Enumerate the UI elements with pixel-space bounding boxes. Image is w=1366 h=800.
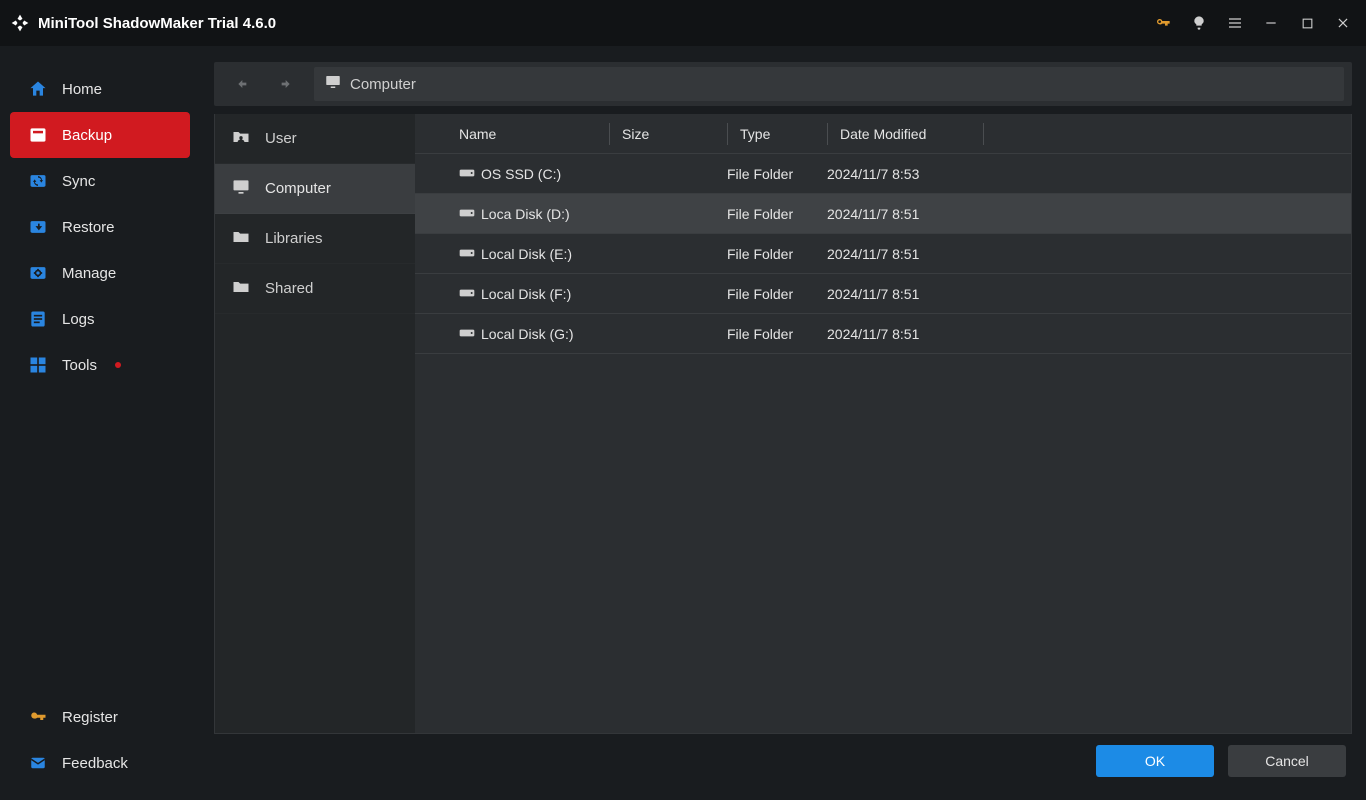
- backup-icon: [28, 125, 48, 145]
- sync-icon: [28, 171, 48, 191]
- close-icon[interactable]: [1328, 8, 1358, 38]
- table-row[interactable]: Local Disk (E:) File Folder 2024/11/7 8:…: [415, 234, 1351, 274]
- row-date: 2024/11/7 8:51: [827, 206, 1351, 222]
- row-name: Local Disk (G:): [481, 326, 574, 342]
- location-tree: User Computer Libraries: [215, 114, 415, 733]
- sidebar-item-sync[interactable]: Sync: [10, 158, 190, 204]
- menu-icon[interactable]: [1220, 8, 1250, 38]
- column-size[interactable]: Size: [609, 123, 727, 145]
- row-date: 2024/11/7 8:51: [827, 246, 1351, 262]
- cancel-button[interactable]: Cancel: [1228, 745, 1346, 777]
- sidebar-item-label: Home: [62, 81, 102, 98]
- row-name: OS SSD (C:): [481, 166, 561, 182]
- drive-icon: [459, 326, 475, 342]
- home-icon: [28, 79, 48, 99]
- tree-item-label: User: [265, 130, 297, 147]
- table-row[interactable]: Local Disk (F:) File Folder 2024/11/7 8:…: [415, 274, 1351, 314]
- row-type: File Folder: [727, 206, 827, 222]
- titlebar: MiniTool ShadowMaker Trial 4.6.0: [0, 0, 1366, 46]
- drive-icon: [459, 206, 475, 222]
- minimize-icon[interactable]: [1256, 8, 1286, 38]
- tree-item-label: Computer: [265, 180, 331, 197]
- row-name: Local Disk (F:): [481, 286, 571, 302]
- sidebar-item-label: Register: [62, 709, 118, 726]
- row-name: Loca Disk (D:): [481, 206, 570, 222]
- sidebar-register[interactable]: Register: [10, 694, 190, 740]
- logs-icon: [28, 309, 48, 329]
- sidebar-item-label: Tools: [62, 357, 97, 374]
- sidebar-item-restore[interactable]: Restore: [10, 204, 190, 250]
- sidebar-item-home[interactable]: Home: [10, 66, 190, 112]
- monitor-icon: [231, 177, 251, 201]
- row-name: Local Disk (E:): [481, 246, 572, 262]
- register-key-icon: [28, 707, 48, 727]
- column-type[interactable]: Type: [727, 123, 827, 145]
- breadcrumb-path[interactable]: Computer: [314, 67, 1344, 101]
- monitor-icon: [324, 73, 342, 95]
- manage-icon: [28, 263, 48, 283]
- file-list: OS SSD (C:) File Folder 2024/11/7 8:53 L…: [415, 154, 1351, 733]
- drive-icon: [459, 286, 475, 302]
- sidebar-item-label: Sync: [62, 173, 95, 190]
- sidebar-item-label: Restore: [62, 219, 115, 236]
- drive-icon: [459, 246, 475, 262]
- nav-back-button[interactable]: [222, 68, 260, 100]
- sidebar-item-tools[interactable]: Tools: [10, 342, 190, 388]
- column-date[interactable]: Date Modified: [827, 123, 983, 145]
- row-type: File Folder: [727, 166, 827, 182]
- tree-item-computer[interactable]: Computer: [215, 164, 415, 214]
- sidebar-item-label: Backup: [62, 127, 112, 144]
- app-title: MiniTool ShadowMaker Trial 4.6.0: [38, 15, 276, 32]
- nav-forward-button[interactable]: [268, 68, 306, 100]
- table-row[interactable]: Local Disk (G:) File Folder 2024/11/7 8:…: [415, 314, 1351, 354]
- breadcrumb-label: Computer: [350, 76, 416, 93]
- license-key-icon[interactable]: [1148, 8, 1178, 38]
- table-row[interactable]: OS SSD (C:) File Folder 2024/11/7 8:53: [415, 154, 1351, 194]
- row-type: File Folder: [727, 286, 827, 302]
- notification-dot-icon: [115, 362, 121, 368]
- ok-button[interactable]: OK: [1096, 745, 1214, 777]
- row-date: 2024/11/7 8:51: [827, 326, 1351, 342]
- tree-item-label: Libraries: [265, 230, 323, 247]
- drive-icon: [459, 166, 475, 182]
- sidebar-item-manage[interactable]: Manage: [10, 250, 190, 296]
- row-type: File Folder: [727, 326, 827, 342]
- user-folder-icon: [231, 127, 251, 151]
- restore-icon: [28, 217, 48, 237]
- libraries-folder-icon: [231, 227, 251, 251]
- tools-icon: [28, 355, 48, 375]
- tree-item-user[interactable]: User: [215, 114, 415, 164]
- sidebar-item-label: Manage: [62, 265, 116, 282]
- sidebar-item-logs[interactable]: Logs: [10, 296, 190, 342]
- sidebar-item-backup[interactable]: Backup: [10, 112, 190, 158]
- breadcrumb-bar: Computer: [214, 62, 1352, 106]
- tree-item-shared[interactable]: Shared: [215, 264, 415, 314]
- column-name[interactable]: Name: [459, 123, 609, 145]
- feedback-mail-icon: [28, 753, 48, 773]
- row-type: File Folder: [727, 246, 827, 262]
- app-logo-icon: [10, 13, 30, 33]
- tree-item-libraries[interactable]: Libraries: [215, 214, 415, 264]
- tree-item-label: Shared: [265, 280, 313, 297]
- row-date: 2024/11/7 8:51: [827, 286, 1351, 302]
- sidebar: Home Backup Sync Restore: [0, 46, 200, 800]
- sidebar-feedback[interactable]: Feedback: [10, 740, 190, 786]
- row-date: 2024/11/7 8:53: [827, 166, 1351, 182]
- column-header-row: Name Size Type Date Modified: [415, 114, 1351, 154]
- help-icon[interactable]: [1184, 8, 1214, 38]
- dialog-footer: OK Cancel: [214, 734, 1352, 788]
- table-row[interactable]: Loca Disk (D:) File Folder 2024/11/7 8:5…: [415, 194, 1351, 234]
- maximize-icon[interactable]: [1292, 8, 1322, 38]
- sidebar-item-label: Logs: [62, 311, 95, 328]
- sidebar-item-label: Feedback: [62, 755, 128, 772]
- shared-folder-icon: [231, 277, 251, 301]
